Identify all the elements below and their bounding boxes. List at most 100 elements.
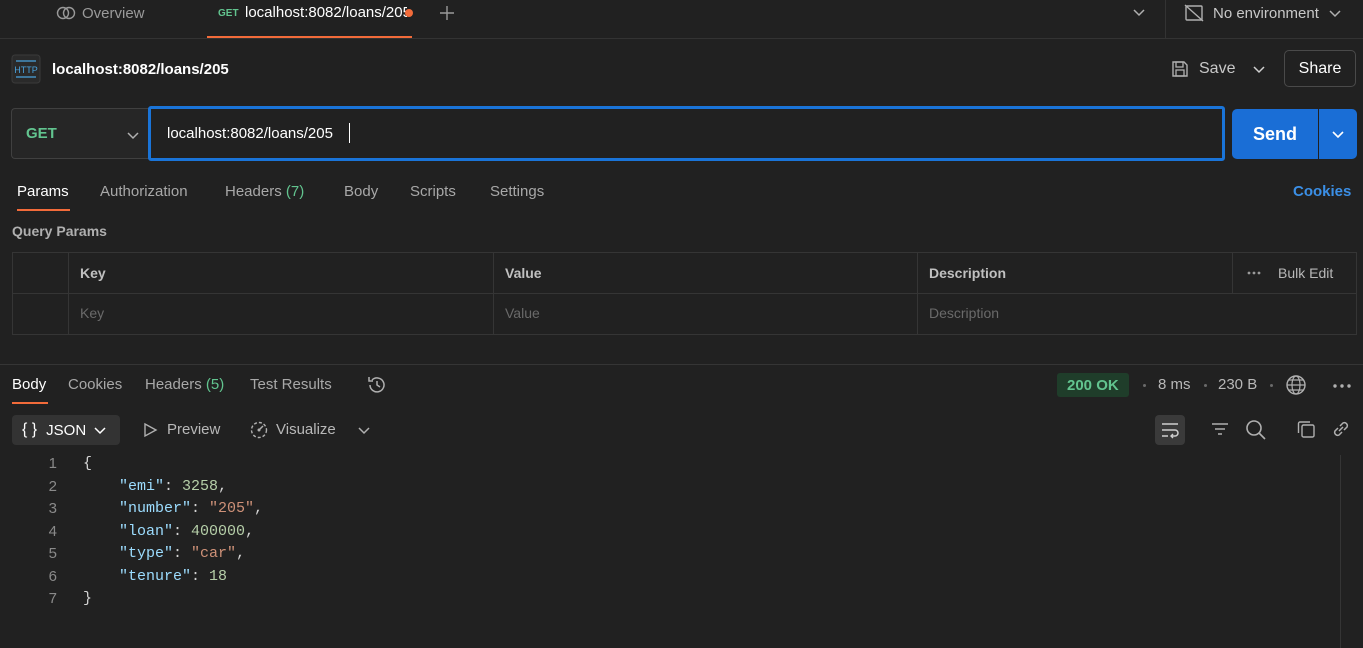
tab-label: Scripts (410, 183, 456, 200)
code-line: 5 "type": "car", (0, 545, 1340, 568)
tab-label: Settings (490, 183, 545, 200)
code-line: 2 "emi": 3258, (0, 478, 1340, 501)
response-tab-body[interactable]: Body (12, 376, 46, 393)
line-number: 3 (48, 500, 57, 517)
separator-dot (1270, 384, 1273, 387)
method-select[interactable]: GET (11, 108, 149, 159)
top-tab-bar (0, 0, 1363, 39)
description-input[interactable]: Description (929, 305, 999, 321)
tab-headers[interactable]: Headers (7) (225, 183, 304, 200)
response-tab-test-results[interactable]: Test Results (250, 376, 332, 393)
query-params-table: Key Value Description Bulk Edit Key Valu… (12, 252, 1357, 335)
visualize-dropdown-button[interactable] (357, 423, 371, 437)
code-text: { (83, 455, 93, 472)
tab-label: Params (17, 183, 69, 200)
tab-label: Headers (145, 376, 202, 393)
tab-count: (7) (285, 183, 305, 200)
url-input[interactable]: localhost:8082/loans/205 (148, 106, 1225, 161)
environment-selector[interactable]: No environment (1184, 2, 1342, 24)
link-icon[interactable] (1331, 419, 1351, 439)
filter-icon[interactable] (1210, 419, 1230, 439)
line-number: 1 (48, 455, 57, 472)
visualize-label: Visualize (276, 420, 336, 438)
response-tab-headers[interactable]: Headers (5) (145, 376, 224, 393)
share-button[interactable]: Share (1284, 50, 1356, 87)
query-params-title: Query Params (12, 223, 107, 239)
tab-params[interactable]: Params (17, 183, 69, 200)
divider (1165, 0, 1166, 38)
bulk-edit-button[interactable]: Bulk Edit (1278, 265, 1333, 281)
chevron-down-icon (1253, 66, 1265, 74)
history-icon[interactable] (366, 374, 388, 396)
save-icon (1171, 60, 1189, 78)
code-text: } (83, 590, 93, 607)
save-label: Save (1199, 60, 1236, 77)
tab-body[interactable]: Body (344, 183, 378, 200)
response-time[interactable]: 8 ms (1158, 376, 1191, 393)
new-tab-button[interactable] (437, 3, 457, 23)
globe-icon[interactable] (1285, 374, 1307, 396)
text-caret (349, 123, 350, 143)
send-button[interactable]: Send (1232, 109, 1318, 159)
key-input[interactable]: Key (80, 305, 104, 321)
tab-active-request[interactable]: GET localhost:8082/loans/205 (207, 0, 412, 38)
chevron-down-icon (94, 424, 106, 436)
request-title[interactable]: localhost:8082/loans/205 (52, 61, 229, 78)
divider (917, 253, 918, 334)
tab-label: Body (344, 183, 379, 200)
active-tab-indicator (17, 209, 70, 211)
code-text: "tenure": 18 (119, 567, 228, 585)
more-options-icon[interactable] (1246, 268, 1262, 278)
tab-overview[interactable]: Overview (56, 0, 145, 26)
scrollbar[interactable] (1340, 455, 1341, 648)
column-header-description: Description (929, 265, 1007, 281)
code-text: "loan": 400000, (119, 522, 255, 540)
code-text: "number": "205", (119, 500, 264, 517)
json-icon: { } (22, 421, 38, 438)
chevron-down-icon (1328, 6, 1342, 20)
active-tab-indicator (12, 402, 48, 404)
response-size[interactable]: 230 B (1218, 376, 1257, 393)
format-value: JSON (46, 421, 87, 439)
code-line: 7} (0, 590, 1340, 613)
url-value: localhost:8082/loans/205 (167, 125, 333, 142)
play-icon (142, 422, 158, 438)
value-input[interactable]: Value (505, 305, 540, 321)
format-select[interactable]: { } JSON (12, 415, 120, 445)
tab-method: GET (218, 8, 239, 19)
code-line: 4 "loan": 400000, (0, 523, 1340, 546)
tabs-dropdown-button[interactable] (1132, 5, 1146, 19)
separator-dot (1143, 384, 1146, 387)
divider (0, 364, 1363, 365)
code-line: 3 "number": "205", (0, 500, 1340, 523)
code-text: "emi": 3258, (119, 477, 228, 495)
tab-request-label: localhost:8082/loans/205 (245, 4, 407, 21)
save-options-button[interactable] (1252, 62, 1266, 76)
divider (1232, 253, 1233, 293)
line-number: 5 (48, 545, 57, 562)
response-tab-cookies[interactable]: Cookies (68, 376, 122, 393)
line-number: 4 (48, 522, 57, 540)
wrap-lines-button[interactable] (1155, 415, 1185, 445)
more-options-icon[interactable] (1332, 381, 1352, 391)
svg-text:HTTP: HTTP (14, 65, 38, 75)
preview-button[interactable]: Preview (142, 421, 220, 438)
tab-scripts[interactable]: Scripts (410, 183, 456, 200)
save-button[interactable]: Save (1171, 58, 1235, 80)
copy-icon[interactable] (1296, 419, 1316, 439)
separator-dot (1204, 384, 1207, 387)
send-options-button[interactable] (1319, 109, 1357, 159)
visualize-button[interactable]: Visualize (249, 419, 336, 439)
tab-label: Cookies (68, 376, 123, 393)
response-body-viewer[interactable]: 1{2 "emi": 3258, 3 "number": "205", 4 "loa… (0, 455, 1340, 613)
divider (13, 293, 1356, 294)
code-line: 6 "tenure": 18 (0, 568, 1340, 591)
search-icon[interactable] (1245, 419, 1267, 441)
cookies-link[interactable]: Cookies (1293, 183, 1351, 200)
status-badge[interactable]: 200 OK (1057, 373, 1129, 397)
tab-label: Body (12, 376, 47, 393)
tab-settings[interactable]: Settings (490, 183, 544, 200)
chevron-down-icon (358, 427, 370, 435)
line-number: 6 (48, 567, 57, 585)
tab-authorization[interactable]: Authorization (100, 183, 188, 200)
